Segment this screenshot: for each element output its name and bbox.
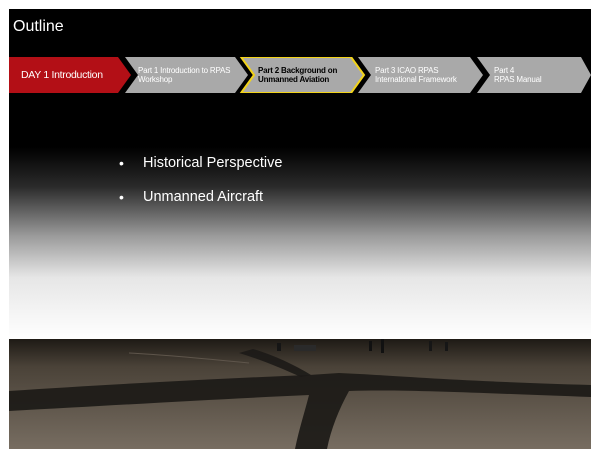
bullet-list: • Historical Perspective • Unmanned Airc… (119, 155, 282, 223)
drone-shadow-image (9, 339, 591, 449)
bullet-dot-icon: • (119, 189, 124, 205)
nav-label-part4: Part 4 RPAS Manual (494, 66, 542, 84)
slide-content: • Historical Perspective • Unmanned Airc… (9, 93, 591, 339)
nav-label-day1: DAY 1 Introduction (21, 68, 103, 81)
bullet-text: Unmanned Aircraft (143, 189, 264, 205)
bullet-item: • Historical Perspective (119, 155, 282, 171)
bullet-dot-icon: • (119, 155, 124, 171)
nav-label-part1: Part 1 Introduction to RPAS Workshop (138, 66, 231, 84)
bullet-item: • Unmanned Aircraft (119, 189, 282, 205)
slide: Outline DAY 1 Introduction Part 1 Introd… (9, 9, 591, 449)
drone-shadow-photo (9, 339, 591, 449)
nav-label-part2: Part 2 Background on Unmanned Aviation (258, 66, 338, 84)
bullet-text: Historical Perspective (143, 155, 283, 171)
nav-label-part3: Part 3 ICAO RPAS International Framework (375, 66, 457, 84)
slide-title: Outline (13, 18, 64, 35)
section-navigation: DAY 1 Introduction Part 1 Introduction t… (9, 57, 591, 93)
